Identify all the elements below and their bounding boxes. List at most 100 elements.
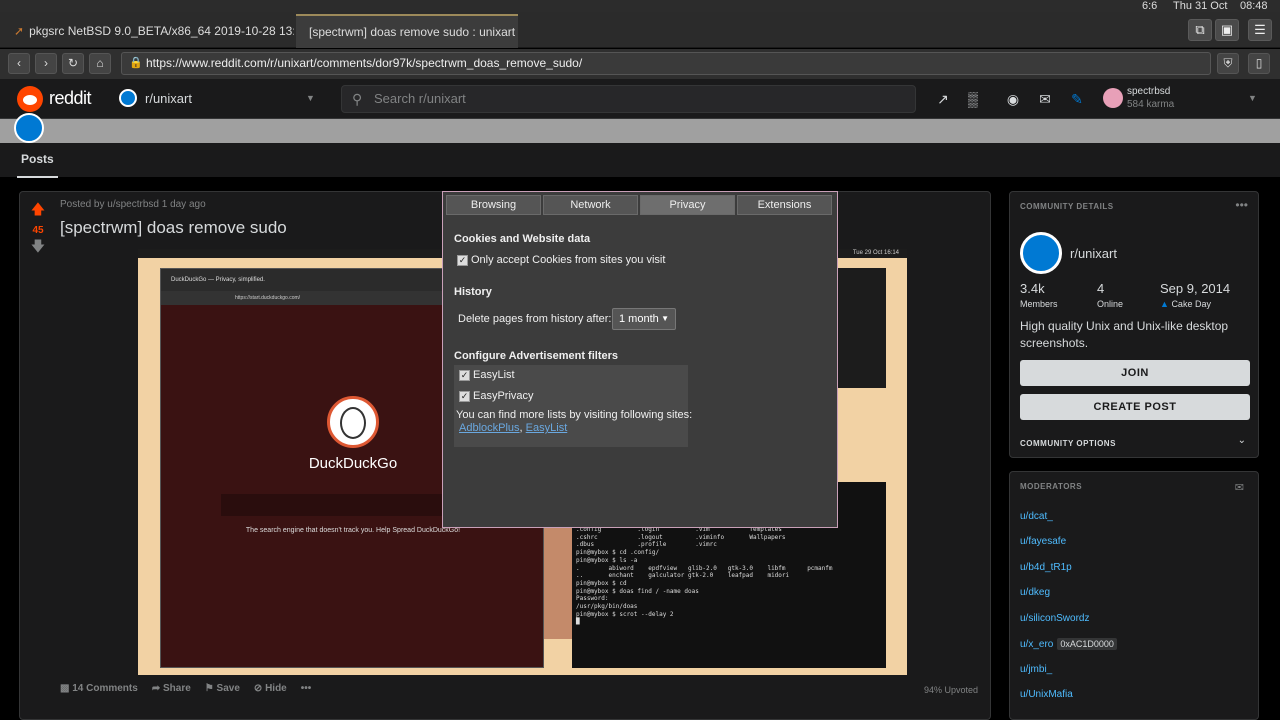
preferences-dialog: Browsing Network Privacy Extensions Cook… — [442, 191, 838, 528]
url-input[interactable]: 🔒 https://www.reddit.com/r/unixart/comme… — [121, 52, 1211, 75]
filter-info-text: You can find more lists by visiting foll… — [456, 409, 693, 421]
upvote-icon[interactable]: 🡅 — [20, 199, 56, 223]
tab-posts[interactable]: Posts — [17, 152, 58, 178]
post-title[interactable]: [spectrwm] doas remove sudo — [60, 218, 287, 238]
subreddit-name: r/unixart — [145, 90, 192, 106]
create-post-button[interactable]: CREATE POST — [1020, 394, 1250, 420]
checkbox-icon[interactable]: ✓ — [459, 390, 470, 402]
date-label: Thu 31 Oct — [1173, 0, 1228, 12]
moderators-card: MODERATORS ✉ u/dcat_ u/fayesafe u/b4d_tR… — [1009, 471, 1259, 720]
filter-label: EasyPrivacy — [473, 390, 534, 402]
community-description: High quality Unix and Unix-like desktop … — [1020, 319, 1229, 350]
checkbox-icon[interactable]: ✓ — [457, 254, 468, 266]
shield-icon[interactable]: ⛨ — [1217, 53, 1239, 74]
post-actions: ▩ 14 Comments ➦ Share ⚑ Save ⊘ Hide ••• — [60, 683, 311, 694]
tab-label: [spectrwm] doas remove sudo : unixart — [309, 25, 516, 39]
ads-heading: Configure Advertisement filters — [454, 350, 619, 362]
tab-privacy[interactable]: Privacy — [640, 195, 735, 215]
moderator-link[interactable]: u/dkeg — [1020, 587, 1050, 598]
tab-network[interactable]: Network — [543, 195, 638, 215]
search-placeholder: Search r/unixart — [374, 91, 466, 106]
system-bar: 6:6 Thu 31 Oct 08:48 — [0, 0, 1280, 12]
moderator-link[interactable]: u/UnixMafia — [1020, 689, 1073, 700]
moderator-link[interactable]: u/b4d_tR1p — [1020, 562, 1072, 573]
reddit-logo-icon[interactable] — [17, 86, 43, 112]
easyprivacy-checkbox[interactable]: ✓ EasyPrivacy — [459, 390, 534, 402]
members-label: Members — [1020, 299, 1058, 309]
community-name[interactable]: r/unixart — [1070, 246, 1117, 261]
easylist-link[interactable]: EasyList — [526, 422, 568, 434]
back-icon[interactable]: ‹ — [8, 53, 30, 74]
chevron-down-icon[interactable]: ▼ — [306, 93, 315, 103]
online-count: 4 — [1097, 281, 1105, 296]
cake-day-label: ▲ Cake Day — [1160, 299, 1211, 309]
community-details-heading: COMMUNITY DETAILS — [1020, 202, 1114, 211]
menu-icon[interactable]: ☰ — [1248, 19, 1272, 41]
chevron-down-icon[interactable]: ⌄ — [1238, 435, 1246, 446]
forward-icon[interactable]: › — [35, 53, 57, 74]
username: spectrbsd — [1127, 86, 1171, 97]
history-label: Delete pages from history after: — [458, 313, 612, 325]
reddit-header: reddit r/unixart ▼ ⚲ Search r/unixart ↗ … — [0, 79, 1280, 119]
home-icon[interactable]: ⌂ — [89, 53, 111, 74]
link-separator: , — [519, 422, 523, 434]
join-button[interactable]: JOIN — [1020, 360, 1250, 386]
new-window-icon[interactable]: ⧉ — [1188, 19, 1212, 41]
history-duration-select[interactable]: 1 month ▼ — [612, 308, 676, 330]
preferences-tabs: Browsing Network Privacy Extensions — [446, 195, 832, 215]
adblockplus-link[interactable]: AdblockPlus — [459, 422, 520, 434]
checkbox-icon[interactable]: ✓ — [459, 369, 470, 381]
online-label: Online — [1097, 299, 1124, 309]
mail-icon[interactable]: ✉ — [1235, 481, 1244, 494]
community-icon — [1020, 232, 1062, 274]
downvote-icon[interactable]: 🡇 — [20, 236, 56, 260]
reddit-wordmark[interactable]: reddit — [49, 88, 92, 109]
community-options[interactable]: COMMUNITY OPTIONS — [1020, 439, 1116, 448]
hide-button[interactable]: ⊘ Hide — [254, 683, 287, 694]
maximize-icon[interactable]: ▣ — [1215, 19, 1239, 41]
tab-reddit[interactable]: [spectrwm] doas remove sudo : unixart × — [296, 14, 518, 48]
moderators-heading: MODERATORS — [1020, 482, 1083, 491]
filter-label: EasyList — [473, 369, 515, 381]
page-menu-icon[interactable]: ▯ — [1248, 53, 1270, 74]
mail-icon[interactable]: ✉ — [1036, 90, 1054, 108]
cookies-heading: Cookies and Website data — [454, 233, 591, 245]
cake-day-date: Sep 9, 2014 — [1160, 281, 1231, 296]
share-button[interactable]: ➦ Share — [152, 683, 191, 694]
avatar — [1103, 88, 1123, 108]
search-icon: ⚲ — [352, 91, 363, 107]
tab-extensions[interactable]: Extensions — [737, 195, 832, 215]
stats-icon[interactable]: ▒ — [964, 90, 982, 108]
workspace-indicator: 6:6 — [1142, 0, 1158, 12]
moderator-link[interactable]: u/siliconSwordz — [1020, 613, 1089, 624]
subreddit-selector[interactable]: r/unixart — [119, 89, 192, 107]
moderator-link-with-flair[interactable]: u/x_ero 0xAC1D0000 — [1020, 638, 1117, 650]
tab-browsing[interactable]: Browsing — [446, 195, 541, 215]
tab-pkgsrc[interactable]: ➚ pkgsrc NetBSD 9.0_BETA/x86_64 2019-10-… — [6, 14, 294, 48]
community-details-card: COMMUNITY DETAILS ••• r/unixart 3.4k Mem… — [1009, 191, 1259, 458]
moderator-link[interactable]: u/dcat_ — [1020, 511, 1053, 522]
moderator-link[interactable]: u/fayesafe — [1020, 536, 1066, 547]
chevron-down-icon: ▼ — [661, 314, 669, 323]
post-score: 45 — [32, 225, 44, 236]
create-post-icon[interactable]: ✎ — [1068, 90, 1086, 108]
chat-icon[interactable]: ◉ — [1004, 90, 1022, 108]
moderator-link[interactable]: u/jmbi_ — [1020, 664, 1052, 675]
duckduckgo-tagline: The search engine that doesn't track you… — [245, 527, 461, 534]
cake-icon: ▲ — [1160, 299, 1169, 309]
chevron-down-icon[interactable]: ▼ — [1248, 93, 1257, 103]
upvote-ratio: 94% Upvoted — [923, 685, 978, 695]
subreddit-banner — [0, 113, 1280, 143]
url-text: https://www.reddit.com/r/unixart/comment… — [146, 56, 583, 70]
post-meta[interactable]: Posted by u/spectrbsd 1 day ago — [60, 199, 206, 210]
save-button[interactable]: ⚑ Save — [205, 683, 240, 694]
reload-icon[interactable]: ↻ — [62, 53, 84, 74]
search-input[interactable]: ⚲ Search r/unixart — [341, 85, 916, 113]
cookies-checkbox[interactable]: ✓ Only accept Cookies from sites you vis… — [457, 254, 665, 266]
more-options-button[interactable]: ••• — [301, 683, 312, 694]
tab-label: pkgsrc NetBSD 9.0_BETA/x86_64 2019-10-28… — [29, 24, 294, 38]
trending-icon[interactable]: ↗ — [934, 90, 952, 108]
comments-button[interactable]: ▩ 14 Comments — [60, 683, 138, 694]
easylist-checkbox[interactable]: ✓ EasyList — [459, 369, 515, 381]
more-options-icon[interactable]: ••• — [1235, 198, 1248, 212]
